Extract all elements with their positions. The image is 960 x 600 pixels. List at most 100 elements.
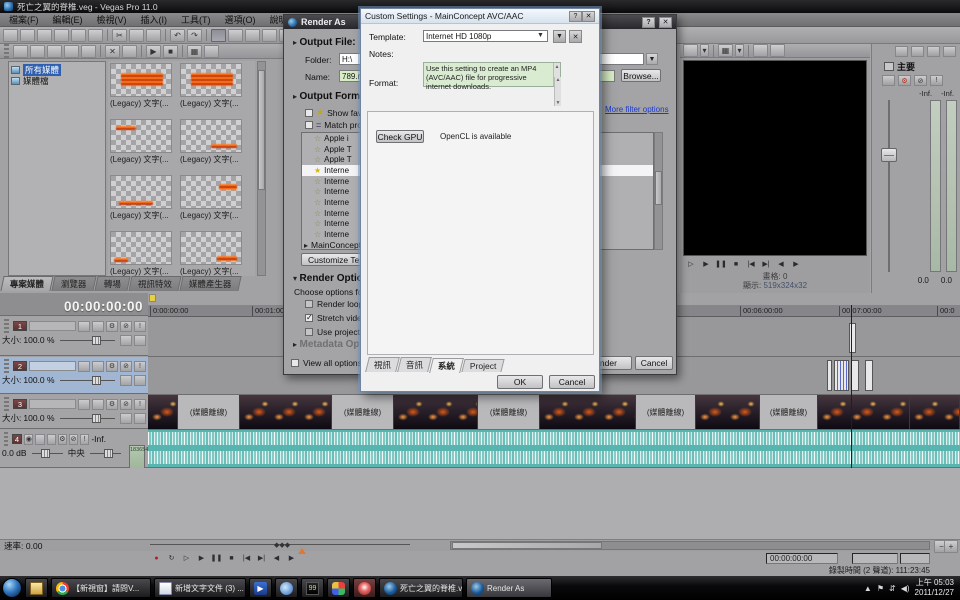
enable-snapping-icon[interactable]: [753, 553, 766, 564]
invert-phase-icon[interactable]: [35, 434, 44, 445]
checkbox[interactable]: [305, 328, 313, 336]
video-event[interactable]: [696, 395, 760, 429]
notepad-taskbar-button[interactable]: 新增文字文件 (3) ...: [154, 578, 246, 598]
chevron-down-icon[interactable]: ▼: [537, 32, 544, 39]
track-motion-icon[interactable]: [78, 321, 90, 332]
checkbox[interactable]: [305, 109, 313, 117]
downmix-icon[interactable]: [911, 46, 924, 57]
open-icon[interactable]: [20, 29, 35, 42]
mute-icon[interactable]: ⊘: [120, 321, 132, 332]
menu-item[interactable]: 工具(T): [174, 13, 218, 26]
shuttle-slider[interactable]: ◆◆◆: [150, 544, 410, 545]
shuttle-handle[interactable]: ◆◆◆: [274, 541, 290, 549]
track-grip[interactable]: [4, 359, 9, 373]
mixer-layout-icon[interactable]: [943, 46, 956, 57]
checkbox[interactable]: [305, 300, 313, 308]
track-grip[interactable]: [4, 397, 9, 411]
envelope-edit-tool-icon[interactable]: [228, 29, 243, 42]
track-motion-icon[interactable]: [78, 399, 90, 410]
mute-icon[interactable]: ⊘: [120, 399, 132, 410]
dim-output-icon[interactable]: [927, 46, 940, 57]
automation-gear-icon[interactable]: ⚙: [898, 75, 911, 86]
dim-icon[interactable]: !: [930, 75, 943, 86]
remote-app-taskbar-button[interactable]: [353, 578, 376, 598]
settings-tab[interactable]: Project: [461, 359, 505, 372]
normal-edit-tool-icon[interactable]: [211, 29, 226, 42]
video-event[interactable]: [540, 395, 636, 429]
preview-prev-frame-button[interactable]: ◀: [775, 259, 787, 269]
get-media-web-icon[interactable]: [64, 45, 79, 58]
media-properties-icon[interactable]: [122, 45, 137, 58]
pause-button[interactable]: ❚❚: [210, 553, 223, 564]
media-item[interactable]: (Legacy) 文字(...: [110, 231, 174, 276]
explorer-taskbar-button[interactable]: [25, 578, 48, 598]
track-name-field[interactable]: [29, 321, 76, 331]
template-list-scrollbar[interactable]: [654, 132, 663, 250]
prev-frame-button[interactable]: ◀: [270, 553, 283, 564]
settings-tab[interactable]: 系統: [429, 358, 464, 373]
compositing-mode-icon[interactable]: [120, 335, 132, 346]
track-level-slider[interactable]: [60, 380, 115, 381]
media-play-icon[interactable]: ▶: [146, 45, 161, 58]
track-grip[interactable]: [4, 432, 8, 446]
track-name-field[interactable]: [29, 399, 76, 409]
compositing-mode-icon[interactable]: [120, 375, 132, 386]
video-event[interactable]: (媒體離線): [178, 395, 240, 429]
track-header-3[interactable]: 3 ⚙ ⊘ ! 大小: 100.0 %: [0, 395, 148, 429]
play-button[interactable]: ▶: [195, 553, 208, 564]
cursor-position-field[interactable]: 00:00:00:00: [766, 553, 838, 564]
settings-tab[interactable]: 音訊: [397, 357, 432, 372]
track-name-field[interactable]: [29, 361, 76, 371]
media-item[interactable]: (Legacy) 文字(...: [110, 175, 174, 221]
media-item[interactable]: (Legacy) 文字(...: [180, 63, 244, 109]
track-header-4-audio[interactable]: 183654 4 ◉ ⚙ ⊘ ! -Inf. 0.0 dB 中央: [0, 430, 148, 468]
track-fx-icon[interactable]: [47, 434, 56, 445]
automation-gear-icon[interactable]: ⚙: [106, 361, 118, 372]
scrollbar-thumb[interactable]: [258, 70, 265, 190]
media-bin-item[interactable]: 所有媒體: [11, 64, 103, 75]
media-item[interactable]: (Legacy) 文字(...: [180, 231, 244, 276]
track-header-2[interactable]: 2 ⚙ ⊘ ! 大小: 100.0 %: [0, 357, 148, 394]
slider-handle[interactable]: [104, 449, 113, 458]
media-search-icon[interactable]: [81, 45, 96, 58]
ok-button[interactable]: OK: [497, 375, 543, 389]
media-zoom-icon[interactable]: [204, 45, 219, 58]
media-item[interactable]: (Legacy) 文字(...: [110, 119, 174, 165]
video-event[interactable]: [148, 395, 178, 429]
media-item[interactable]: (Legacy) 文字(...: [180, 175, 244, 221]
selection-edit-tool-icon[interactable]: [245, 29, 260, 42]
slider-handle[interactable]: [92, 414, 101, 423]
custom-dialog-titlebar[interactable]: Custom Settings - MainConcept AVC/AAC ? …: [361, 9, 599, 24]
go-to-start-button[interactable]: |◀: [240, 553, 253, 564]
folder-dropdown-icon[interactable]: ▼: [646, 53, 658, 65]
insert-bus-icon[interactable]: [895, 46, 908, 57]
delete-template-icon[interactable]: ✕: [569, 30, 582, 43]
save-snapshot-icon[interactable]: [770, 44, 785, 57]
remove-media-icon[interactable]: ✕: [105, 45, 120, 58]
extract-audio-icon[interactable]: [47, 45, 62, 58]
menu-item[interactable]: 插入(I): [134, 13, 175, 26]
view-all-options-row[interactable]: View all options: [291, 358, 362, 368]
track-motion-icon[interactable]: [78, 361, 90, 372]
chevron-down-icon[interactable]: ▾: [700, 44, 709, 57]
record-button[interactable]: ●: [150, 553, 163, 564]
track-pan-slider[interactable]: [90, 453, 121, 454]
save-as-icon[interactable]: [54, 29, 69, 42]
track-row-3-video[interactable]: (媒體離線)(媒體離線)(媒體離線)(媒體離線)(媒體離線): [148, 395, 960, 430]
taskbar-clock[interactable]: 上午 05:03 2011/12/27: [915, 578, 958, 598]
make-child-icon[interactable]: [134, 335, 146, 346]
timeline-event[interactable]: [834, 360, 849, 391]
settings-tab[interactable]: 視訊: [365, 357, 400, 372]
track-grip[interactable]: [4, 319, 9, 333]
record-arm-icon[interactable]: ◉: [24, 434, 33, 445]
chrome-taskbar-button[interactable]: 【新視窗】請問V...: [51, 578, 151, 598]
track-fx-icon[interactable]: [92, 321, 104, 332]
stop-button[interactable]: ■: [225, 553, 238, 564]
help-icon[interactable]: ?: [569, 11, 582, 22]
next-frame-button[interactable]: ▶: [285, 553, 298, 564]
save-icon[interactable]: [37, 29, 52, 42]
menu-item[interactable]: 編輯(E): [46, 13, 90, 26]
render-as-icon[interactable]: [88, 29, 103, 42]
track-level-slider[interactable]: [60, 418, 115, 419]
compositing-mode-icon[interactable]: [120, 413, 132, 424]
